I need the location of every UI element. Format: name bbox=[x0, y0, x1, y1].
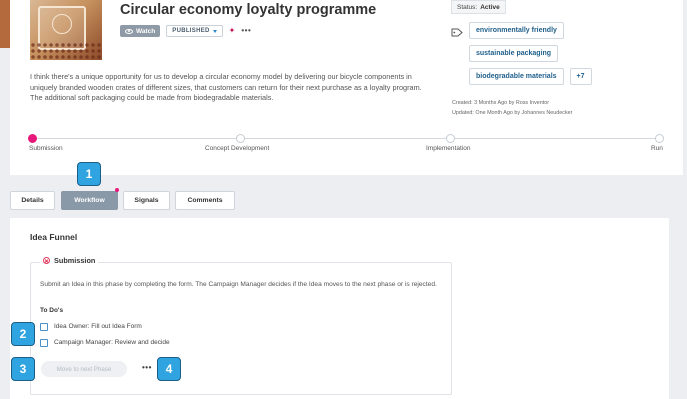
todo-checkbox[interactable] bbox=[40, 322, 48, 331]
chevron-down-icon bbox=[212, 29, 217, 33]
idea-actions-row: Watch PUBLISHED ✦ ••• bbox=[120, 24, 251, 38]
callout-badge: 1 bbox=[77, 162, 101, 186]
crate-pattern bbox=[30, 42, 102, 60]
idea-history: Created: 3 Months Ago by Ross Inventor U… bbox=[452, 98, 572, 118]
phase-label-submission: Submission bbox=[29, 145, 63, 152]
tab-workflow[interactable]: Workflow bbox=[61, 191, 118, 210]
tab-details[interactable]: Details bbox=[10, 191, 55, 210]
eye-icon bbox=[125, 28, 133, 34]
created-info: Created: 3 Months Ago by Ross Inventor bbox=[452, 100, 550, 106]
todos-heading: To Do's bbox=[40, 307, 64, 314]
callout-badge: 3 bbox=[11, 357, 35, 381]
share-icon[interactable]: ✦ bbox=[229, 27, 236, 35]
publish-status-dropdown[interactable]: PUBLISHED bbox=[166, 25, 223, 37]
todo-checkbox[interactable] bbox=[40, 338, 48, 347]
todo-item: Campaign Manager: Review and decide bbox=[40, 338, 170, 347]
more-actions-icon[interactable]: ••• bbox=[142, 363, 152, 372]
callout-badge: 2 bbox=[11, 322, 35, 346]
phase-card-title: Submission bbox=[54, 256, 96, 265]
tag-chip[interactable]: sustainable packaging bbox=[469, 45, 559, 62]
phase-step-submission[interactable] bbox=[28, 134, 37, 143]
tab-comments[interactable]: Comments bbox=[175, 191, 235, 210]
status-value: Active bbox=[480, 3, 500, 11]
more-tags-chip[interactable]: +7 bbox=[569, 68, 592, 85]
idea-thumbnail[interactable] bbox=[30, 0, 102, 60]
callout-badge: 4 bbox=[157, 357, 181, 381]
move-to-next-phase-button[interactable]: Move to next Phase bbox=[41, 361, 127, 377]
tag-chip[interactable]: biodegradable materials bbox=[469, 68, 564, 85]
phase-label-implementation: Implementation bbox=[426, 145, 471, 152]
updated-info: Updated: One Month Ago by Johannes Neude… bbox=[452, 110, 573, 116]
phase-description: Submit an Idea in this phase by completi… bbox=[40, 281, 437, 288]
phase-label-concept-development: Concept Development bbox=[205, 145, 270, 152]
publish-label: PUBLISHED bbox=[172, 28, 210, 34]
watch-label: Watch bbox=[136, 27, 156, 35]
idea-title: Circular economy loyalty programme bbox=[120, 2, 377, 18]
todo-label: Idea Owner: Fill out Idea Form bbox=[54, 323, 142, 330]
phase-step-implementation[interactable] bbox=[446, 134, 455, 143]
close-circle-icon bbox=[43, 257, 50, 264]
todo-item: Idea Owner: Fill out Idea Form bbox=[40, 322, 142, 331]
todo-label: Campaign Manager: Review and decide bbox=[54, 339, 170, 346]
status-badge: Status: Active bbox=[451, 0, 506, 14]
idea-description: I think there's a unique opportunity for… bbox=[30, 72, 422, 102]
tag-list: environmentally friendly sustainable pac… bbox=[469, 22, 614, 85]
phase-label-run: Run bbox=[651, 145, 663, 152]
logo-mark bbox=[52, 14, 72, 34]
tab-signals[interactable]: Signals bbox=[123, 191, 170, 210]
more-options-icon[interactable]: ••• bbox=[241, 27, 251, 35]
tag-icon bbox=[451, 28, 463, 37]
phase-progress-line bbox=[32, 138, 660, 139]
idea-funnel-title: Idea Funnel bbox=[30, 232, 78, 242]
background-edge bbox=[0, 0, 10, 48]
tag-chip[interactable]: environmentally friendly bbox=[469, 22, 564, 39]
status-label: Status: bbox=[457, 3, 478, 11]
phase-step-run[interactable] bbox=[655, 134, 664, 143]
notification-dot bbox=[115, 188, 119, 192]
watch-button[interactable]: Watch bbox=[120, 25, 161, 37]
phase-card-header: Submission bbox=[40, 256, 99, 265]
phase-step-concept-development[interactable] bbox=[236, 134, 245, 143]
